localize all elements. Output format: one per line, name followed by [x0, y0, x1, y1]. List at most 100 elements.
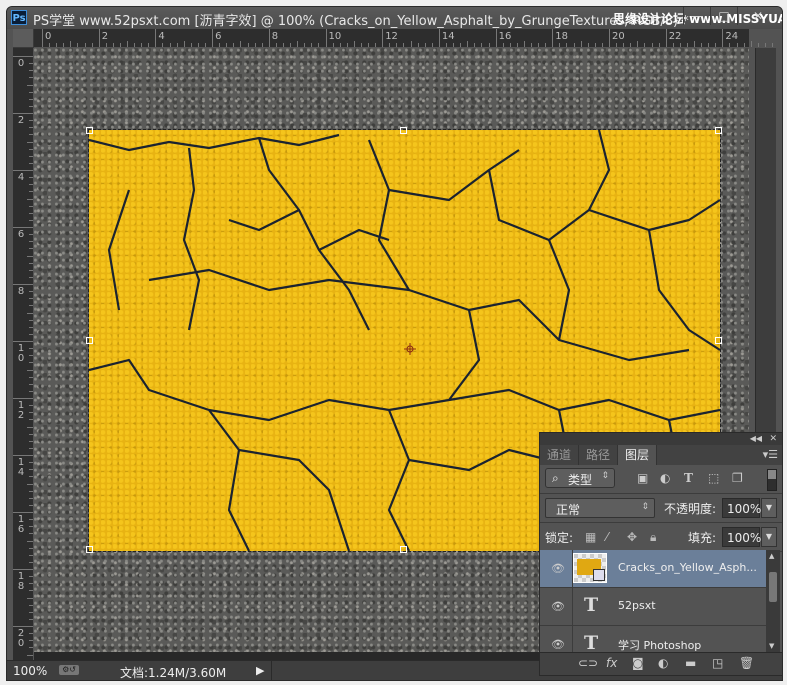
ruler-origin[interactable] [13, 29, 34, 48]
transform-handle-bottom[interactable] [400, 546, 407, 553]
lock-transparent-pixels-icon[interactable]: ▦ [585, 530, 596, 544]
visibility-eye-icon[interactable]: 👁︎ [551, 638, 565, 651]
new-group-folder-icon[interactable]: ▬ [685, 656, 696, 670]
ruler-minor-tick [29, 547, 33, 549]
ruler-major-tick [438, 29, 440, 47]
layer-row-study-photoshop[interactable]: 👁︎ T 学习 Photoshop [540, 626, 766, 652]
adjustment-layer-filter-icon[interactable]: ◐ [660, 471, 670, 485]
ruler-major-tick [609, 29, 610, 47]
photoshop-logo-icon: Ps [11, 10, 27, 25]
filter-toggle-switch[interactable] [767, 469, 777, 491]
shape-layer-filter-icon[interactable]: ⬚ [708, 471, 719, 485]
ruler-minor-tick [651, 43, 653, 47]
lock-position-icon[interactable]: ✥ [627, 530, 637, 544]
lock-image-pixels-icon[interactable]: ⁄ [606, 530, 608, 544]
tab-channels[interactable]: 通道 [540, 445, 580, 465]
fill-input[interactable]: 100% [722, 527, 761, 547]
tab-paths[interactable]: 路径 [579, 445, 619, 465]
ruler-minor-tick [523, 41, 525, 47]
ruler-minor-tick [29, 219, 33, 221]
ruler-minor-tick [516, 43, 518, 47]
transform-handle-top[interactable] [400, 127, 407, 134]
layers-list: 👁︎ Cracks_on_Yellow_Asph... 👁︎ T 52psxt … [540, 550, 766, 652]
visibility-eye-icon[interactable]: 👁︎ [551, 562, 565, 575]
ruler-tick-label: 14 [441, 31, 455, 42]
panel-menu-icon[interactable]: ▾☰ [763, 448, 778, 461]
blend-mode-select[interactable]: 正常 ⇕ [545, 498, 655, 518]
layer-style-fx-icon[interactable]: fx [606, 656, 617, 670]
ruler-minor-tick [27, 198, 33, 200]
ruler-minor-tick [29, 604, 33, 606]
ruler-minor-tick [29, 583, 33, 585]
layers-scrollbar[interactable]: ▲ ▼ [766, 550, 780, 652]
layer-filter-select[interactable]: ⌕ 类型 ⇕ [545, 468, 615, 488]
ruler-major-tick [268, 29, 270, 47]
transform-center-icon[interactable] [404, 343, 416, 355]
transform-handle-right[interactable] [715, 337, 722, 344]
minimize-button[interactable]: — [683, 7, 710, 25]
layer-name[interactable]: 52psxt [618, 599, 656, 612]
ruler-minor-tick [254, 43, 256, 47]
new-layer-icon[interactable]: ◳ [712, 656, 723, 670]
vertical-ruler[interactable]: 0 2 4 6 8 10 12 14 16 18 20 [13, 48, 34, 677]
layer-name[interactable]: Cracks_on_Yellow_Asph... [618, 561, 757, 574]
horizontal-ruler[interactable]: 0 2 4 6 8 10 12 14 16 18 20 22 24 [34, 29, 773, 48]
ruler-minor-tick [29, 134, 33, 136]
ruler-minor-tick [538, 43, 540, 47]
delete-layer-trash-icon[interactable]: 🗑︎ [739, 656, 754, 670]
transform-handle-top-left[interactable] [86, 127, 93, 134]
transform-handle-left[interactable] [86, 337, 93, 344]
ruler-minor-tick [545, 43, 547, 47]
ruler-minor-tick [29, 105, 33, 107]
layer-name[interactable]: 学习 Photoshop [618, 637, 701, 652]
panel-tabs: 通道 路径 图层 ▾☰ [540, 445, 782, 465]
visibility-eye-icon[interactable]: 👁︎ [551, 600, 565, 613]
ruler-major-tick [13, 398, 33, 399]
title-bar[interactable]: Ps PS学堂 www.52psxt.com [沥青字效] @ 100% (Cr… [7, 7, 782, 29]
close-button[interactable]: ✕ [737, 7, 778, 25]
status-menu-arrow-icon[interactable]: ▶ [256, 664, 264, 677]
collapse-panel-icon[interactable]: ◀◀ [750, 433, 762, 445]
scroll-down-icon[interactable]: ▼ [769, 642, 774, 650]
ruler-minor-tick [127, 41, 129, 47]
ruler-minor-tick [424, 43, 426, 47]
ruler-minor-tick [488, 43, 490, 47]
ruler-minor-tick [29, 419, 33, 421]
scroll-thumb[interactable] [769, 572, 777, 602]
status-options-icon[interactable]: ⚙↺ [59, 665, 79, 675]
type-layer-filter-icon[interactable]: T [684, 471, 693, 485]
layers-panel: ◀◀ ✕ 通道 路径 图层 ▾☰ ⌕ 类型 ⇕ ▣ ◐ T ⬚ ❐ 正常 ⇕ 不… [539, 432, 783, 676]
panel-header[interactable]: ◀◀ ✕ [540, 433, 782, 445]
ruler-minor-tick [29, 383, 33, 385]
panel-close-icon[interactable]: ✕ [769, 433, 777, 445]
zoom-level[interactable]: 100% [13, 664, 47, 678]
ruler-minor-tick [134, 43, 136, 47]
opacity-input[interactable]: 100% [722, 498, 761, 518]
maximize-button[interactable]: □ [710, 7, 737, 25]
ruler-minor-tick [29, 490, 33, 492]
ruler-minor-tick [658, 43, 660, 47]
ruler-major-tick [13, 341, 33, 342]
fill-dropdown-button[interactable]: ▼ [761, 527, 777, 547]
layer-row-52psxt[interactable]: 👁︎ T 52psxt [540, 588, 766, 626]
adjustment-layer-icon[interactable]: ◐ [658, 656, 668, 670]
text-layer-icon: T [584, 632, 599, 652]
layer-row-cracks[interactable]: 👁︎ Cracks_on_Yellow_Asph... [540, 550, 766, 588]
smart-object-filter-icon[interactable]: ❐ [732, 471, 743, 485]
ruler-minor-tick [410, 41, 412, 47]
ruler-major-tick [13, 512, 33, 513]
lock-all-icon[interactable]: 🔒︎ [650, 530, 656, 545]
pixel-layer-filter-icon[interactable]: ▣ [637, 471, 648, 485]
ruler-minor-tick [29, 212, 33, 214]
scroll-up-icon[interactable]: ▲ [769, 552, 774, 560]
transform-handle-bottom-left[interactable] [86, 546, 93, 553]
add-mask-icon[interactable]: ◙ [632, 656, 644, 670]
filter-kind-label: 类型 [568, 473, 593, 487]
opacity-dropdown-button[interactable]: ▼ [761, 498, 777, 518]
ruler-minor-tick [27, 369, 33, 371]
link-layers-icon[interactable]: ⊂⊃ [578, 656, 598, 670]
tab-layers[interactable]: 图层 [618, 445, 658, 465]
ruler-minor-tick [729, 43, 731, 47]
ruler-minor-tick [29, 576, 33, 578]
transform-handle-top-right[interactable] [715, 127, 722, 134]
